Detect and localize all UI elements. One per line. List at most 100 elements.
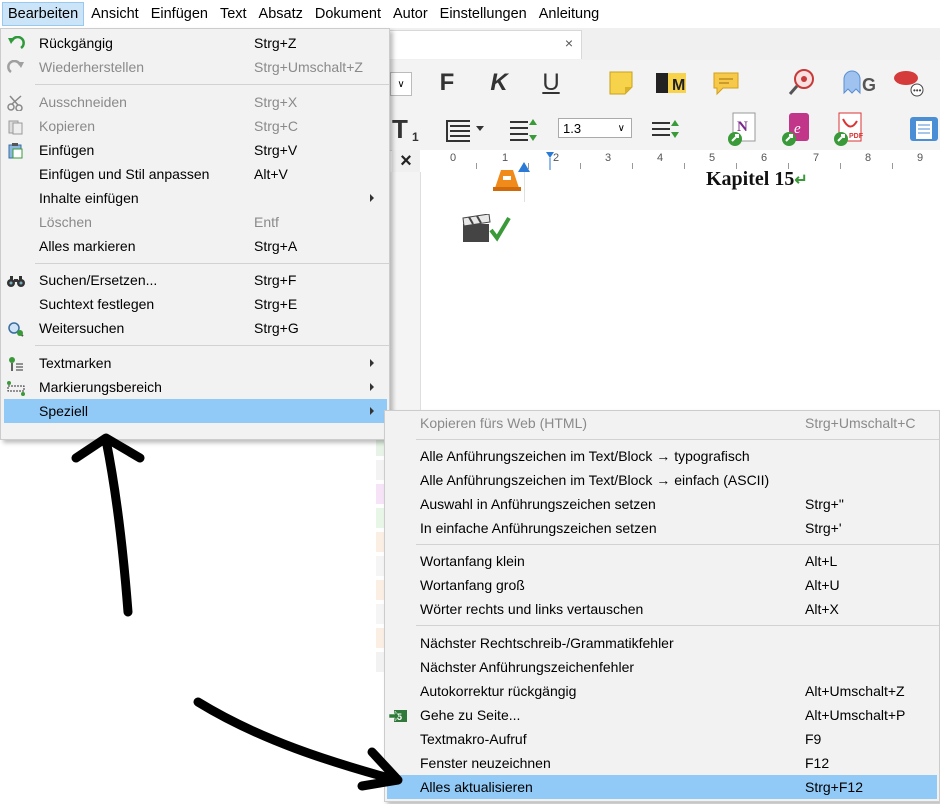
- menu-item-paste-match-style[interactable]: Einfügen und Stil anpassen Alt+V: [1, 162, 389, 186]
- menu-dokument[interactable]: Dokument: [310, 2, 386, 26]
- menu-item-cut[interactable]: Ausschneiden Strg+X: [1, 90, 389, 114]
- chapter-heading: Kapitel 15↵: [706, 168, 808, 190]
- menu-item-text-macro[interactable]: Textmakro-Aufruf F9: [385, 727, 939, 751]
- svg-text:N: N: [737, 119, 748, 135]
- menu-item-single-quote[interactable]: In einfache Anführungszeichen setzen Str…: [385, 516, 939, 540]
- ruler-tick: 0: [450, 152, 457, 164]
- menu-item-swap-words[interactable]: Wörter rechts und links vertauschen Alt+…: [385, 597, 939, 621]
- menu-anleitung[interactable]: Anleitung: [534, 2, 604, 26]
- menu-item-next-spelling-error[interactable]: Nächster Rechtschreib-/Grammatikfehler: [385, 631, 939, 655]
- menubar: Bearbeiten Ansicht Einfügen Text Absatz …: [0, 0, 940, 28]
- arrow-up-to-speziell: [71, 433, 145, 617]
- underline-button[interactable]: U: [538, 68, 564, 98]
- ruler-tick: 9: [917, 152, 924, 164]
- alignment-dropdown-icon[interactable]: [442, 114, 488, 144]
- menu-autor[interactable]: Autor: [388, 2, 433, 26]
- panel-close-icon[interactable]: ×: [392, 150, 420, 172]
- find-next-icon: [7, 320, 25, 337]
- menu-text[interactable]: Text: [215, 2, 252, 26]
- menu-item-uppercase-initial[interactable]: Wortanfang groß Alt+U: [385, 573, 939, 597]
- edit-menu: Rückgängig Strg+Z Wiederherstellen Strg+…: [0, 28, 390, 440]
- traffic-cone-icon: [491, 170, 523, 195]
- paste-icon: [7, 142, 25, 159]
- menu-item-special[interactable]: Speziell: [4, 399, 387, 423]
- line-spacing-icon[interactable]: [506, 114, 540, 144]
- menu-item-find-replace[interactable]: Suchen/Ersetzen... Strg+F: [1, 268, 389, 292]
- style-indicator-strip: [376, 436, 384, 796]
- ruler-tick: 6: [761, 152, 768, 164]
- menu-item-paste-special[interactable]: Inhalte einfügen: [1, 186, 389, 210]
- svg-text:PDF: PDF: [849, 133, 864, 140]
- undo-icon: [7, 35, 25, 51]
- svg-text:•••: •••: [913, 86, 922, 95]
- menu-item-quotes-ascii[interactable]: Alle Anführungszeichen im Text/Block → e…: [385, 468, 939, 492]
- tab-stop-marker[interactable]: [546, 152, 554, 170]
- italic-button[interactable]: K: [486, 68, 512, 98]
- binoculars-icon: [7, 272, 25, 288]
- chevron-down-icon: ∨: [617, 122, 625, 134]
- line-spacing-select[interactable]: 1.3 ∨: [558, 118, 632, 138]
- special-submenu: Kopieren fürs Web (HTML) Strg+Umschalt+C…: [384, 410, 940, 802]
- menu-item-copy-for-web[interactable]: Kopieren fürs Web (HTML) Strg+Umschalt+C: [385, 411, 939, 435]
- menu-item-redraw-window[interactable]: Fenster neuzeichnen F12: [385, 751, 939, 775]
- export-ebook-icon[interactable]: e: [780, 110, 814, 148]
- menu-item-delete[interactable]: Löschen Entf: [1, 210, 389, 234]
- paragraph-spacing-icon[interactable]: [648, 114, 682, 144]
- ruler-tick: 8: [865, 152, 872, 164]
- svg-text:1: 1: [412, 130, 419, 144]
- submenu-arrow-icon: [370, 359, 374, 367]
- menu-item-undo-autocorrect[interactable]: Autokorrektur rückgängig Alt+Umschalt+Z: [385, 679, 939, 703]
- ruler-tick: 7: [813, 152, 820, 164]
- svg-text:G: G: [862, 75, 876, 95]
- ruler-tick: 3: [605, 152, 612, 164]
- menu-item-select-all[interactable]: Alles markieren Strg+A: [1, 234, 389, 258]
- submenu-arrow-icon: [370, 383, 374, 391]
- bookmark-pin-icon: [7, 355, 25, 371]
- menu-item-quote-selection[interactable]: Auswahl in Anführungszeichen setzen Strg…: [385, 492, 939, 516]
- menu-item-goto-page[interactable]: 5 Gehe zu Seite... Alt+Umschalt+P: [385, 703, 939, 727]
- menu-item-selection-range[interactable]: Markierungsbereich: [1, 375, 389, 399]
- bold-button[interactable]: F: [434, 68, 460, 98]
- menu-ansicht[interactable]: Ansicht: [86, 2, 144, 26]
- comment-icon[interactable]: [710, 68, 742, 98]
- goto-page-icon: 5: [388, 707, 407, 723]
- text-t1-icon[interactable]: T1: [390, 114, 422, 144]
- tab-close-icon[interactable]: ×: [565, 35, 573, 51]
- menu-item-copy[interactable]: Kopieren Strg+C: [1, 114, 389, 138]
- menu-einfuegen[interactable]: Einfügen: [146, 2, 213, 26]
- export-pdf-icon[interactable]: PDF: [832, 110, 866, 148]
- menu-item-paste[interactable]: Einfügen Strg+V: [1, 138, 389, 162]
- menu-absatz[interactable]: Absatz: [254, 2, 308, 26]
- copy-icon: [7, 118, 25, 135]
- menu-bearbeiten[interactable]: Bearbeiten: [2, 2, 85, 26]
- menu-einstellungen[interactable]: Einstellungen: [435, 2, 532, 26]
- menu-item-lowercase-initial[interactable]: Wortanfang klein Alt+L: [385, 549, 939, 573]
- ruler-tick: 5: [709, 152, 716, 164]
- menu-item-set-search-text[interactable]: Suchtext festlegen Strg+E: [1, 292, 389, 316]
- menu-item-find-next[interactable]: Weitersuchen Strg+G: [1, 316, 389, 340]
- font-size-dropdown-arrow[interactable]: ∨: [390, 72, 412, 96]
- spellcheck-lens-icon[interactable]: [786, 66, 818, 98]
- menu-item-quotes-typographic[interactable]: Alle Anführungszeichen im Text/Block → t…: [385, 444, 939, 468]
- export-onenote-icon[interactable]: N: [726, 110, 760, 148]
- menu-item-undo[interactable]: Rückgängig Strg+Z: [1, 31, 389, 55]
- document-tab-strip: ×: [388, 28, 940, 60]
- marker-m-icon[interactable]: M: [654, 68, 688, 98]
- menu-item-next-quote-error[interactable]: Nächster Anführungszeichenfehler: [385, 655, 939, 679]
- menu-item-redo[interactable]: Wiederherstellen Strg+Umschalt+Z: [1, 55, 389, 79]
- svg-text:T: T: [392, 114, 408, 144]
- menu-item-refresh-all[interactable]: Alles aktualisieren Strg+F12: [387, 775, 937, 799]
- lips-speech-icon[interactable]: •••: [890, 64, 926, 100]
- document-page: [421, 170, 940, 412]
- document-properties-icon[interactable]: [908, 112, 940, 146]
- sticky-note-icon[interactable]: [606, 68, 636, 98]
- redo-icon: [7, 59, 25, 75]
- ghost-g-icon[interactable]: G: [840, 66, 880, 98]
- document-tab[interactable]: ×: [388, 30, 582, 59]
- ruler-tick: 4: [657, 152, 664, 164]
- svg-text:M: M: [672, 77, 685, 94]
- submenu-arrow-icon: [370, 407, 374, 415]
- document-navigator-panel: [388, 172, 421, 412]
- menu-item-bookmarks[interactable]: Textmarken: [1, 351, 389, 375]
- arrow-to-alles-aktualisieren: [193, 697, 403, 791]
